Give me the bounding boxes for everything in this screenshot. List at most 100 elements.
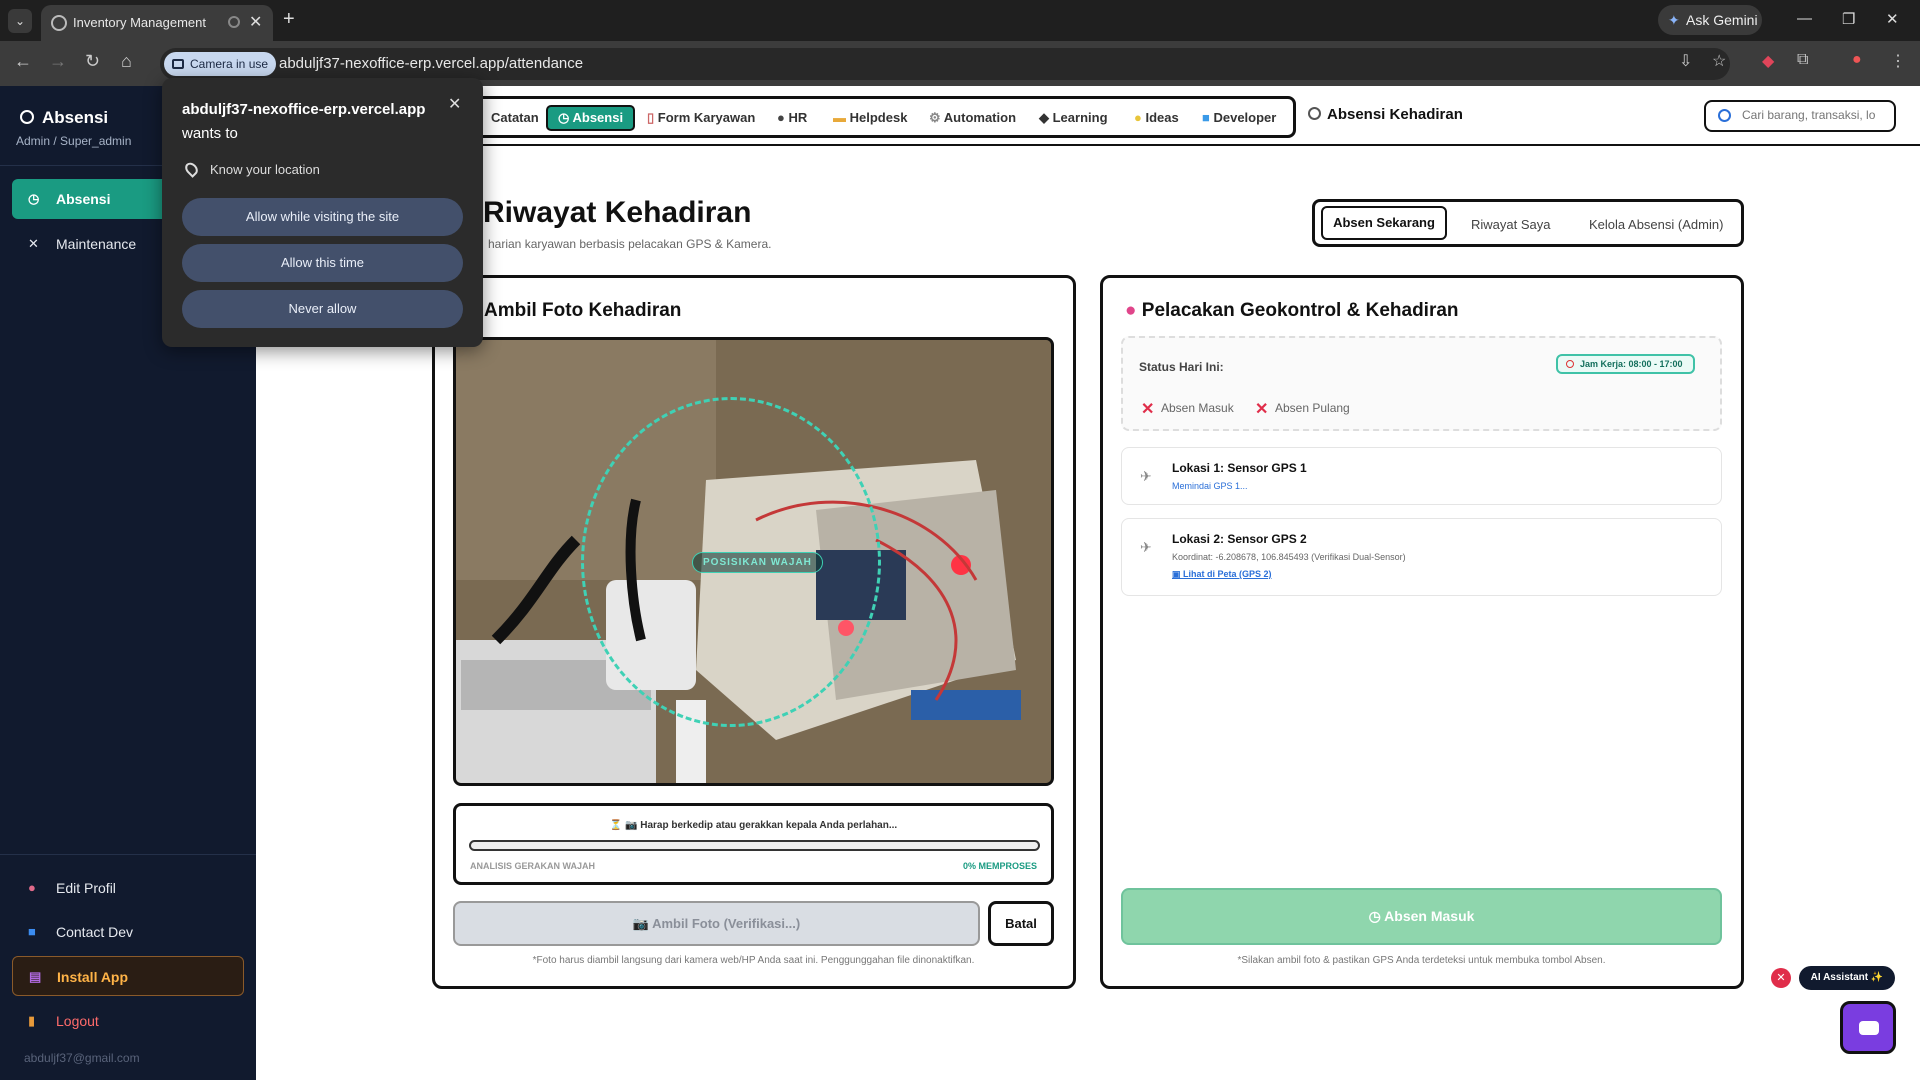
page-header-title: Absensi Kehadiran	[1308, 106, 1463, 123]
info-icon: ■	[28, 924, 36, 939]
geo-note: *Silakan ambil foto & pastikan GPS Anda …	[1237, 955, 1606, 966]
sidebar-item-edit-profil[interactable]: ● Edit Profil	[12, 868, 244, 908]
recording-icon	[228, 16, 240, 28]
search-input[interactable]	[1742, 108, 1890, 122]
tab-absen-sekarang[interactable]: Absen Sekarang	[1321, 206, 1447, 240]
clock-icon: ◷	[558, 110, 573, 125]
module-form-karyawan[interactable]: ▯ Form Karyawan	[647, 108, 755, 128]
location-pin-icon	[182, 160, 201, 178]
module-label: Developer	[1213, 110, 1277, 125]
restore-icon[interactable]: ❐	[1842, 10, 1855, 28]
gps-sensor-2: ✈ Lokasi 2: Sensor GPS 2 Koordinat: -6.2…	[1121, 518, 1722, 596]
sidebar-item-label: Contact Dev	[56, 924, 134, 940]
module-ideas[interactable]: ● Ideas	[1134, 108, 1179, 128]
reload-icon[interactable]: ↻	[85, 51, 100, 72]
divider	[0, 854, 256, 855]
module-automation[interactable]: ⚙ Automation	[929, 108, 1016, 128]
gear-icon: ⚙	[929, 110, 944, 125]
tools-icon: ✕	[28, 236, 39, 251]
close-tab-icon[interactable]: ✕	[249, 12, 262, 32]
camera-icon	[172, 59, 184, 69]
gps2-coordinates: Koordinat: -6.208678, 106.845493 (Verifi…	[1172, 552, 1406, 562]
robot-icon	[1859, 1021, 1879, 1035]
take-photo-button[interactable]: 📷 Ambil Foto (Verifikasi...)	[453, 901, 980, 946]
close-popup-icon[interactable]: ✕	[448, 94, 461, 114]
home-icon[interactable]: ⌂	[121, 51, 132, 72]
tab-list-button[interactable]: ⌄	[8, 9, 32, 33]
sidebar-item-label: Maintenance	[56, 236, 137, 252]
gps-sensor-1: ✈ Lokasi 1: Sensor GPS 1 Memindai GPS 1.…	[1121, 447, 1722, 505]
camera-in-use-chip[interactable]: Camera in use	[164, 52, 277, 76]
module-learning[interactable]: ◆ Learning	[1039, 108, 1108, 128]
module-label: Absensi	[572, 110, 624, 125]
sidebar-item-logout[interactable]: ▮ Logout	[12, 1001, 244, 1041]
clock-icon	[20, 110, 34, 124]
extension-icon[interactable]: ◆	[1762, 51, 1774, 71]
clock-icon	[1308, 107, 1321, 120]
url-text[interactable]: abduljf37-nexoffice-erp.vercel.app/atten…	[279, 55, 583, 72]
tab-kelola-absensi[interactable]: Kelola Absensi (Admin)	[1589, 211, 1723, 239]
bookmark-star-icon[interactable]: ☆	[1712, 51, 1726, 71]
module-label: Form Karyawan	[657, 110, 756, 125]
ask-gemini-button[interactable]: ✦ Ask Gemini	[1658, 5, 1762, 35]
cross-icon: ✕	[1255, 401, 1269, 418]
module-absensi[interactable]: ◷ Absensi	[546, 105, 636, 131]
permission-title: abduljf37-nexoffice-erp.vercel.app wants…	[182, 98, 442, 146]
global-search[interactable]	[1704, 100, 1896, 132]
back-icon[interactable]: ←	[14, 51, 32, 72]
forward-icon[interactable]: →	[49, 51, 67, 72]
allow-while-visiting-button[interactable]: Allow while visiting the site	[182, 198, 463, 236]
module-label: Automation	[943, 110, 1017, 125]
logout-icon: ▮	[28, 1013, 36, 1028]
lightbulb-icon: ●	[1134, 110, 1146, 125]
cross-icon: ✕	[1141, 401, 1155, 418]
module-helpdesk[interactable]: ▬ Helpdesk	[833, 108, 907, 128]
view-tabs: Absen Sekarang Riwayat Saya Kelola Absen…	[1312, 199, 1744, 247]
work-hours-text: Jam Kerja: 08:00 - 17:00	[1580, 359, 1683, 369]
check-in-status: ✕ Absen Masuk	[1141, 401, 1234, 418]
status-label: Status Hari Ini:	[1139, 360, 1224, 374]
gps1-title: Lokasi 1: Sensor GPS 1	[1172, 461, 1307, 475]
sidebar-item-contact-dev[interactable]: ■ Contact Dev	[12, 912, 244, 952]
allow-this-time-button[interactable]: Allow this time	[182, 244, 463, 282]
gps2-map-link[interactable]: ▣ Lihat di Peta (GPS 2)	[1172, 569, 1272, 580]
map-icon: ▣	[1172, 569, 1184, 579]
module-developer[interactable]: ■ Developer	[1202, 108, 1276, 128]
work-hours-badge: Jam Kerja: 08:00 - 17:00	[1556, 354, 1695, 374]
check-out-status: ✕ Absen Pulang	[1255, 401, 1350, 418]
map-pin-icon: ●	[1125, 300, 1142, 321]
never-allow-button[interactable]: Never allow	[182, 290, 463, 328]
window-close-icon[interactable]: ✕	[1886, 10, 1899, 28]
geo-card-title-text: Pelacakan Geokontrol & Kehadiran	[1141, 300, 1459, 321]
assistant-bot-button[interactable]	[1840, 1001, 1896, 1054]
page-title: Riwayat Kehadiran	[483, 196, 752, 229]
user-role: Admin / Super_admin	[16, 134, 132, 148]
install-app-icon[interactable]: ⇩	[1679, 51, 1692, 71]
browser-tab[interactable]: Inventory Management ✕	[41, 5, 273, 41]
assistant-label[interactable]: AI Assistant ✨	[1799, 966, 1895, 990]
clock-icon: ◷	[1368, 908, 1385, 924]
extensions-puzzle-icon[interactable]: ⧉	[1797, 51, 1808, 69]
ticket-icon: ▬	[833, 110, 850, 125]
module-hr[interactable]: ● HR	[777, 108, 807, 128]
profile-avatar-icon[interactable]: ●	[1852, 51, 1862, 69]
gps2-title: Lokasi 2: Sensor GPS 2	[1172, 532, 1307, 546]
address-bar[interactable]: Camera in use abduljf37-nexoffice-erp.ve…	[160, 48, 1730, 80]
user-icon: ●	[28, 880, 36, 895]
assistant-close-icon[interactable]: ✕	[1771, 968, 1791, 988]
browser-tabbar: ⌄ Inventory Management ✕ + ✦ Ask Gemini —…	[0, 0, 1920, 41]
progress-label: ANALISIS GERAKAN WAJAH	[470, 861, 596, 871]
menu-dots-icon[interactable]: ⋮	[1890, 51, 1906, 71]
module-label: HR	[788, 110, 808, 125]
sidebar-item-install-app[interactable]: ▤ Install App	[12, 956, 244, 996]
cancel-button[interactable]: Batal	[988, 901, 1054, 946]
permission-site: abduljf37-nexoffice-erp.vercel.app	[182, 101, 426, 118]
minimize-icon[interactable]: —	[1797, 10, 1812, 27]
sidebar-title: Absensi	[20, 108, 108, 128]
check-in-button[interactable]: ◷ Absen Masuk	[1121, 888, 1722, 945]
module-catatan[interactable]: Catatan	[491, 108, 539, 128]
tab-riwayat-saya[interactable]: Riwayat Saya	[1471, 211, 1550, 239]
ask-gemini-label: Ask Gemini	[1686, 12, 1758, 28]
graduation-cap-icon: ◆	[1039, 110, 1053, 125]
new-tab-button[interactable]: +	[283, 8, 295, 31]
